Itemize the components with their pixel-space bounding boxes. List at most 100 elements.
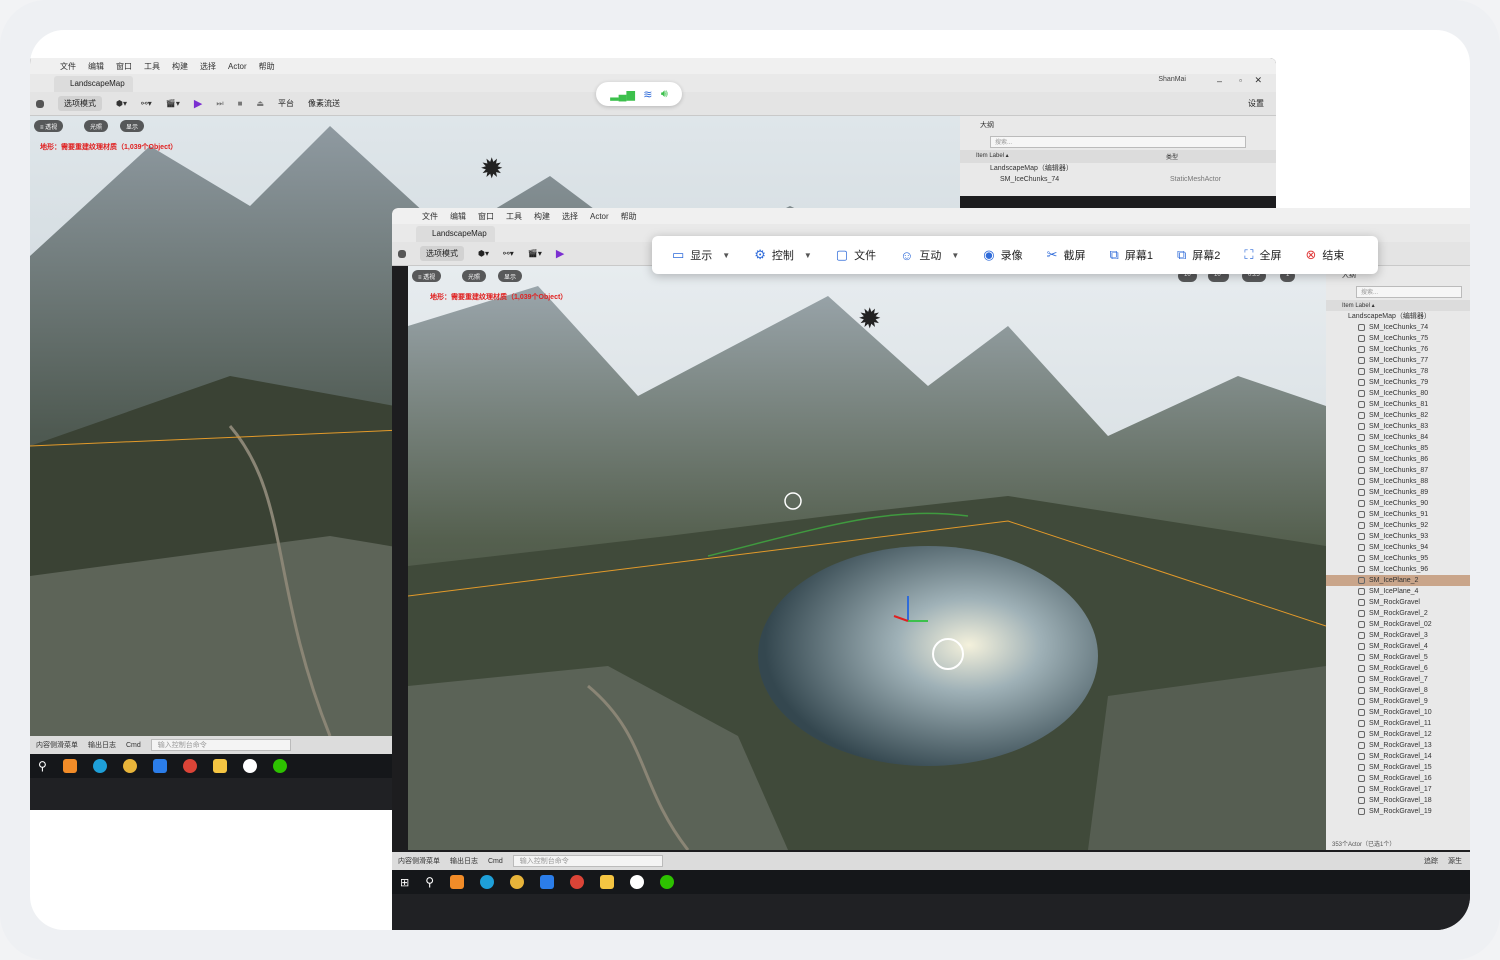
ctrl-screen-button[interactable]: ⧉ 屏幕2 xyxy=(1165,236,1232,274)
outliner-row[interactable]: SM_IceChunks_81 xyxy=(1326,399,1470,410)
outliner-row[interactable]: SM_IceChunks_91 xyxy=(1326,509,1470,520)
outliner-row[interactable]: SM_RockGravel_15 xyxy=(1326,762,1470,773)
outliner-row[interactable]: SM_RockGravel_7 xyxy=(1326,674,1470,685)
chrome-icon[interactable] xyxy=(510,875,525,889)
outliner-row[interactable]: SM_RockGravel_9 xyxy=(1326,696,1470,707)
outliner-row[interactable]: SM_IcePlane_2 xyxy=(1326,575,1470,586)
outliner-row[interactable]: SM_IceChunks_93 xyxy=(1326,531,1470,542)
front-source-button[interactable]: 源生 xyxy=(1448,856,1462,866)
back-platform-button[interactable]: 平台 xyxy=(278,98,294,109)
outliner-row[interactable]: SM_RockGravel_14 xyxy=(1326,751,1470,762)
back-output-log[interactable]: 输出日志 xyxy=(88,740,116,750)
outliner-row[interactable]: SM_IceChunks_83 xyxy=(1326,421,1470,432)
front-tree-root[interactable]: LandscapeMap（编辑器） xyxy=(1326,311,1470,322)
menu-item[interactable]: 选择 xyxy=(562,211,578,222)
add-actor-icon[interactable]: ⬢▾ xyxy=(478,249,489,258)
outliner-row[interactable]: SM_IceChunks_95 xyxy=(1326,553,1470,564)
back-tree-root[interactable]: LandscapeMap（编辑器） xyxy=(960,163,1276,174)
cinematic-icon[interactable]: 🎬︎▾ xyxy=(166,99,180,108)
stop-button[interactable]: ■ xyxy=(238,99,243,108)
outliner-row[interactable]: SM_RockGravel_5 xyxy=(1326,652,1470,663)
edge-icon[interactable] xyxy=(480,875,495,889)
front-content-drawer[interactable]: 内容侧滑菜单 xyxy=(398,856,440,866)
menu-item[interactable]: 构建 xyxy=(172,61,188,72)
chrome-icon-2[interactable] xyxy=(570,875,585,889)
ctrl-interact-button[interactable]: ☺ 互动 ▼ xyxy=(888,236,971,274)
windows-icon[interactable]: ⊞ xyxy=(400,876,409,889)
folder-icon[interactable] xyxy=(212,759,227,773)
chrome-icon[interactable] xyxy=(122,759,137,773)
edge-icon[interactable] xyxy=(92,759,107,773)
ctrl-scissors-button[interactable]: ✂ 截屏 xyxy=(1035,236,1098,274)
outliner-row[interactable]: SM_IceChunks_82 xyxy=(1326,410,1470,421)
outliner-row[interactable]: SM_IceChunks_75 xyxy=(1326,333,1470,344)
front-cmd-input[interactable]: 输入控制台命令 xyxy=(512,855,663,867)
front-trace-button[interactable]: 追踪 xyxy=(1424,856,1438,866)
menu-item[interactable]: Actor xyxy=(228,62,247,71)
front-show-button[interactable]: 显示 xyxy=(498,270,523,282)
outliner-row[interactable]: SM_RockGravel_4 xyxy=(1326,641,1470,652)
back-pixel-stream-button[interactable]: 像素流送 xyxy=(308,98,340,109)
outliner-row[interactable]: SM_IceChunks_88 xyxy=(1326,476,1470,487)
outliner-row[interactable]: SM_RockGravel xyxy=(1326,597,1470,608)
chrome-icon-2[interactable] xyxy=(182,759,197,773)
add-actor-icon[interactable]: ⬢▾ xyxy=(116,99,127,108)
ctrl-record-button[interactable]: ◉ 录像 xyxy=(971,236,1034,274)
back-content-drawer[interactable]: 内容侧滑菜单 xyxy=(36,740,78,750)
app-icon-2[interactable] xyxy=(152,759,167,773)
outliner-row[interactable]: SM_IceChunks_87 xyxy=(1326,465,1470,476)
outliner-row[interactable]: SM_IceChunks_79 xyxy=(1326,377,1470,388)
outliner-row[interactable]: SM_RockGravel_19 xyxy=(1326,806,1470,817)
menu-item[interactable]: 工具 xyxy=(144,61,160,72)
wechat-icon[interactable] xyxy=(660,875,675,889)
maximize-icon[interactable]: ▫ xyxy=(1239,76,1242,85)
menu-item[interactable]: 窗口 xyxy=(478,211,494,222)
ctrl-control-button[interactable]: ⚙ 控制 ▼ xyxy=(742,236,824,274)
front-outliner-search[interactable]: 搜索... xyxy=(1356,286,1462,298)
outliner-row[interactable]: SM_IceChunks_90 xyxy=(1326,498,1470,509)
outliner-row[interactable]: SM_RockGravel_18 xyxy=(1326,795,1470,806)
folder-icon[interactable] xyxy=(600,875,615,889)
outliner-row[interactable]: SM_RockGravel_10 xyxy=(1326,707,1470,718)
outliner-row[interactable]: SM_RockGravel_6 xyxy=(1326,663,1470,674)
outliner-row[interactable]: SM_RockGravel_3 xyxy=(1326,630,1470,641)
app-icon-1[interactable] xyxy=(450,875,465,889)
outliner-row[interactable]: SM_RockGravel_02 xyxy=(1326,619,1470,630)
back-level-tab[interactable]: LandscapeMap xyxy=(54,76,133,92)
outliner-row[interactable]: SM_IceChunks_94 xyxy=(1326,542,1470,553)
menu-item[interactable]: 窗口 xyxy=(116,61,132,72)
ctrl-monitor-button[interactable]: ▭ 显示 ▼ xyxy=(660,236,742,274)
outliner-row[interactable]: SM_RockGravel_17 xyxy=(1326,784,1470,795)
chevron-down-icon[interactable]: ▼ xyxy=(951,251,959,260)
play-button[interactable]: ▶ xyxy=(194,97,202,110)
ctrl-folder-button[interactable]: ▢ 文件 xyxy=(824,236,888,274)
menu-item[interactable]: Actor xyxy=(590,212,609,221)
unreal-icon[interactable] xyxy=(242,759,257,773)
menu-item[interactable]: 工具 xyxy=(506,211,522,222)
front-lighting-button[interactable]: 光照 xyxy=(462,270,487,282)
front-output-log[interactable]: 输出日志 xyxy=(450,856,478,866)
back-outliner-search[interactable]: 搜索... xyxy=(990,136,1246,148)
app-icon-2[interactable] xyxy=(540,875,555,889)
front-viewport-menu[interactable]: ≡ 透视 xyxy=(412,270,442,282)
outliner-row[interactable]: SM_IceChunks_86 xyxy=(1326,454,1470,465)
front-viewport[interactable]: ≡ 透视 光照 显示 地形：需要重建纹理材质（1,039个Object） ✹ 1… xyxy=(408,266,1326,850)
step-button[interactable]: ⏭ xyxy=(216,99,223,109)
outliner-row[interactable]: SM_RockGravel_2 xyxy=(1326,608,1470,619)
front-cmd-select[interactable]: Cmd xyxy=(488,858,503,865)
back-tree-item[interactable]: SM_IceChunks_74 StaticMeshActor xyxy=(960,174,1276,185)
unreal-icon[interactable] xyxy=(630,875,645,889)
outliner-row[interactable]: SM_IceChunks_78 xyxy=(1326,366,1470,377)
menu-item[interactable]: 文件 xyxy=(422,211,438,222)
sun-icon[interactable]: ✹ xyxy=(480,152,503,185)
menu-item[interactable]: 构建 xyxy=(534,211,550,222)
outliner-row[interactable]: SM_IceChunks_74 xyxy=(1326,322,1470,333)
search-icon[interactable]: ⚲ xyxy=(38,759,47,773)
outliner-row[interactable]: SM_RockGravel_11 xyxy=(1326,718,1470,729)
minimize-icon[interactable]: – xyxy=(1217,76,1222,86)
outliner-row[interactable]: SM_RockGravel_13 xyxy=(1326,740,1470,751)
outliner-row[interactable]: SM_RockGravel_8 xyxy=(1326,685,1470,696)
wechat-icon[interactable] xyxy=(272,759,287,773)
outliner-row[interactable]: SM_IcePlane_4 xyxy=(1326,586,1470,597)
outliner-row[interactable]: SM_IceChunks_77 xyxy=(1326,355,1470,366)
